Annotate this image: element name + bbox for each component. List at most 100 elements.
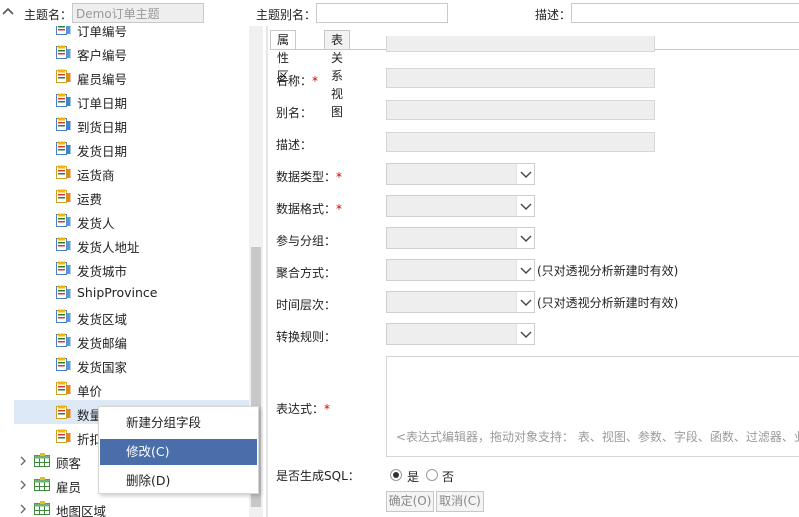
field-text-icon [56, 45, 71, 59]
field-text-icon [56, 309, 71, 323]
tree-field-item[interactable]: 发货邮编 [14, 328, 249, 352]
chevron-right-icon[interactable] [19, 455, 27, 466]
tab-properties[interactable]: 属性区 [270, 30, 297, 83]
tree-gutter [0, 26, 14, 517]
table-icon [34, 477, 50, 491]
context-menu-item[interactable]: 新建分组字段 [100, 410, 257, 436]
tree-field-item[interactable]: 发货国家 [14, 352, 249, 376]
group-label: 参与分组： [276, 234, 337, 248]
tree-field-item[interactable]: 客户编号 [14, 40, 249, 64]
convert-select[interactable] [386, 323, 535, 345]
dataformat-select[interactable] [386, 195, 535, 217]
alias-label: 别名： [276, 106, 313, 120]
context-menu: 新建分组字段 修改(C) 删除(D) [98, 406, 259, 494]
theme-alias-field[interactable] [316, 3, 448, 23]
chevron-right-icon[interactable] [19, 479, 27, 490]
name-field[interactable] [386, 68, 655, 88]
desc-label: 描述： [276, 138, 313, 152]
tree-field-label: 运费 [77, 192, 103, 207]
tree-field-label: 订单编号 [77, 26, 128, 39]
tab-table-relations[interactable]: 表关系视图 [324, 30, 351, 119]
tree-field-item[interactable]: 运费 [14, 184, 249, 208]
time-select[interactable] [386, 291, 535, 313]
table-icon [34, 453, 50, 467]
tree-field-label: 客户编号 [77, 48, 128, 63]
table-icon [34, 501, 50, 515]
tree-field-label: 发货人地址 [77, 240, 140, 255]
field-number-icon [56, 381, 71, 395]
sql-no-label: 否 [442, 470, 455, 484]
tree-field-label: 单价 [77, 384, 103, 399]
tree-field-label: 发货区域 [77, 312, 128, 327]
tree-field-item[interactable]: 订单日期 [14, 88, 249, 112]
field-text-icon [56, 213, 71, 227]
agg-note: (只对透视分析新建时有效) [537, 264, 679, 278]
theme-alias-label: 主题别名： [256, 8, 317, 22]
tree-field-item[interactable]: 到货日期 [14, 112, 249, 136]
field-date-icon [56, 141, 71, 155]
cancel-button[interactable]: 取消(C) [436, 491, 484, 512]
tree-field-item[interactable]: 发货人地址 [14, 232, 249, 256]
chevron-down-icon [520, 331, 532, 338]
theme-name-label: 主题名： [24, 8, 73, 22]
tree-field-label: 发货国家 [77, 360, 128, 375]
tree-field-label: 到货日期 [77, 120, 128, 135]
alias-field[interactable] [386, 100, 655, 120]
field-number-icon [56, 165, 71, 179]
chevron-down-icon [520, 235, 532, 242]
field-text-icon [56, 237, 71, 251]
field-text-icon [56, 285, 71, 299]
collapse-up-icon[interactable] [2, 6, 14, 18]
tree-field-item[interactable]: ShipProvince [14, 280, 249, 304]
name-label: 名称：* [276, 74, 319, 88]
tree-field-item[interactable]: 发货城市 [14, 256, 249, 280]
tree-field-item[interactable]: 运货商 [14, 160, 249, 184]
tree-field-item[interactable]: 单价 [14, 376, 249, 400]
tree-field-label: 发货城市 [77, 264, 128, 279]
tree-field-item[interactable]: 发货日期 [14, 136, 249, 160]
expression-placeholder: <表达式编辑器，拖动对象支持： 表、视图、参数、字段、函数、过滤器、业 [396, 430, 799, 444]
context-menu-item[interactable]: 删除(D) [100, 468, 257, 494]
description-field[interactable] [571, 3, 799, 23]
field-text-icon [56, 333, 71, 347]
chevron-down-icon [520, 171, 532, 178]
field-date-icon [56, 93, 71, 107]
field-number-icon [56, 69, 71, 83]
tree-field-item[interactable]: 雇员编号 [14, 64, 249, 88]
group-select[interactable] [386, 227, 535, 249]
chevron-down-icon [520, 299, 532, 306]
tree-table-label: 雇员 [56, 480, 82, 495]
tree-field-item[interactable]: 发货人 [14, 208, 249, 232]
tree-table-label: 顾客 [56, 456, 82, 471]
tree-field-label: 订单日期 [77, 96, 128, 111]
hidden-field[interactable] [386, 36, 655, 52]
agg-label: 聚合方式： [276, 266, 337, 280]
tree-field-label: 发货邮编 [77, 336, 128, 351]
dataformat-label: 数据格式：* [276, 202, 343, 216]
tree-field-item[interactable]: 订单编号 [14, 26, 249, 40]
field-text-icon [56, 26, 71, 35]
tree-field-item[interactable]: 发货区域 [14, 304, 249, 328]
time-label: 时间层次： [276, 298, 337, 312]
field-text-icon [56, 261, 71, 275]
desc-field[interactable] [386, 132, 655, 152]
tree-field-label: ShipProvince [77, 285, 158, 300]
chevron-right-icon[interactable] [19, 503, 27, 514]
sql-yes-radio[interactable] [390, 469, 402, 481]
sql-yes-label: 是 [407, 470, 420, 484]
sql-label: 是否生成SQL： [276, 469, 360, 483]
theme-name-field[interactable]: Demo订单主题 [72, 3, 204, 23]
agg-select[interactable] [386, 259, 535, 281]
chevron-down-icon [520, 203, 532, 210]
tree-field-label: 发货日期 [77, 144, 128, 159]
sql-no-radio[interactable] [426, 469, 438, 481]
datatype-select[interactable] [386, 163, 535, 185]
chevron-down-icon [520, 267, 532, 274]
panel-divider[interactable] [266, 26, 268, 517]
field-number-icon [56, 405, 71, 419]
datatype-label: 数据类型：* [276, 170, 343, 184]
top-bar: 主题名： Demo订单主题 主题别名： 描述： [0, 0, 799, 28]
context-menu-item[interactable]: 修改(C) [100, 439, 257, 465]
ok-button[interactable]: 确定(O) [386, 491, 434, 512]
tree-table-item[interactable]: 地图区域 [14, 496, 249, 517]
